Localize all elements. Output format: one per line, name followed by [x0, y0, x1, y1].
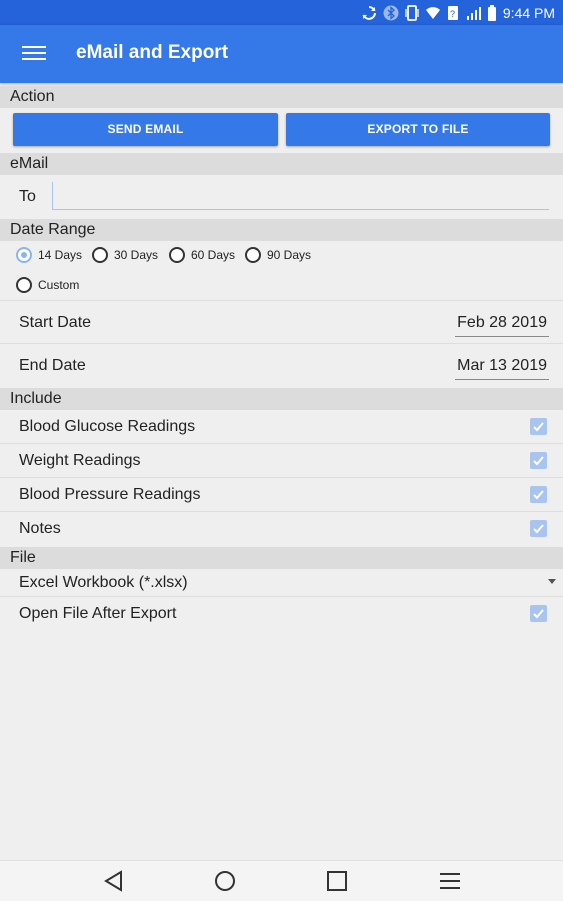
start-date-row: Start Date Feb 28 2019 — [0, 301, 563, 344]
radio-30-days[interactable]: 30 Days — [92, 247, 158, 263]
wifi-icon — [425, 7, 440, 19]
vibrate-icon — [405, 5, 419, 21]
start-date-label: Start Date — [19, 314, 92, 331]
hamburger-menu-icon[interactable] — [22, 43, 46, 65]
checkbox-checked-icon[interactable] — [530, 452, 547, 469]
radio-label: 30 Days — [114, 248, 159, 262]
include-row-notes[interactable]: Notes — [0, 512, 563, 546]
include-label: Notes — [19, 520, 61, 537]
section-header-email: eMail — [0, 153, 563, 175]
status-time: 9:44 PM — [502, 5, 555, 21]
signal-icon — [466, 7, 481, 20]
file-format-value: Excel Workbook (*.xlsx) — [19, 574, 188, 591]
radio-label: 14 Days — [38, 248, 83, 262]
send-email-button[interactable]: SEND EMAIL — [13, 113, 278, 146]
status-bar: ? 9:44 PM — [0, 0, 563, 25]
include-row-weight[interactable]: Weight Readings — [0, 444, 563, 478]
menu-lines-icon[interactable] — [437, 869, 463, 893]
section-header-action: Action — [0, 86, 563, 108]
email-to-field[interactable] — [52, 182, 549, 210]
svg-text:?: ? — [450, 9, 455, 19]
file-format-dropdown[interactable]: Excel Workbook (*.xlsx) — [0, 569, 563, 597]
status-icons: ? 9:44 PM — [361, 3, 555, 23]
end-date-field[interactable]: Mar 13 2019 — [455, 357, 549, 380]
export-to-file-button[interactable]: EXPORT TO FILE — [286, 113, 550, 146]
open-file-after-export-row[interactable]: Open File After Export — [0, 597, 563, 631]
app-bar: eMail and Export — [0, 25, 563, 83]
radio-90-days[interactable]: 90 Days — [245, 247, 311, 263]
open-file-label: Open File After Export — [19, 605, 177, 622]
include-row-blood-glucose[interactable]: Blood Glucose Readings — [0, 410, 563, 444]
radio-label: 90 Days — [267, 248, 312, 262]
end-date-label: End Date — [19, 357, 86, 374]
back-icon[interactable] — [101, 869, 127, 893]
recents-icon[interactable] — [324, 869, 350, 893]
sync-icon — [362, 6, 376, 20]
radio-unselected-icon — [245, 247, 261, 263]
dropdown-arrow-icon[interactable] — [548, 579, 556, 584]
radio-selected-icon — [16, 247, 32, 263]
radio-label: 60 Days — [191, 248, 236, 262]
system-nav-bar — [0, 860, 563, 901]
checkbox-checked-icon[interactable] — [530, 520, 547, 537]
radio-custom[interactable]: Custom — [16, 277, 79, 293]
include-row-blood-pressure[interactable]: Blood Pressure Readings — [0, 478, 563, 512]
start-date-field[interactable]: Feb 28 2019 — [455, 314, 549, 337]
checkbox-checked-icon[interactable] — [530, 605, 547, 622]
radio-unselected-icon — [16, 277, 32, 293]
radio-14-days[interactable]: 14 Days — [16, 247, 82, 263]
radio-60-days[interactable]: 60 Days — [169, 247, 235, 263]
end-date-row: End Date Mar 13 2019 — [0, 344, 563, 387]
section-header-date-range: Date Range — [0, 219, 563, 241]
radio-unselected-icon — [169, 247, 185, 263]
home-icon[interactable] — [212, 869, 238, 893]
radio-label: Custom — [38, 278, 80, 292]
checkbox-checked-icon[interactable] — [530, 486, 547, 503]
bluetooth-icon — [383, 5, 399, 21]
include-label: Blood Pressure Readings — [19, 486, 201, 503]
checkbox-checked-icon[interactable] — [530, 418, 547, 435]
page-title: eMail and Export — [76, 42, 229, 63]
nfc-icon: ? — [447, 6, 458, 20]
section-header-file: File — [0, 547, 563, 569]
include-label: Weight Readings — [19, 452, 141, 469]
section-header-include: Include — [0, 388, 563, 410]
to-label: To — [19, 188, 36, 205]
battery-icon — [487, 5, 496, 21]
radio-unselected-icon — [92, 247, 108, 263]
include-label: Blood Glucose Readings — [19, 418, 196, 435]
